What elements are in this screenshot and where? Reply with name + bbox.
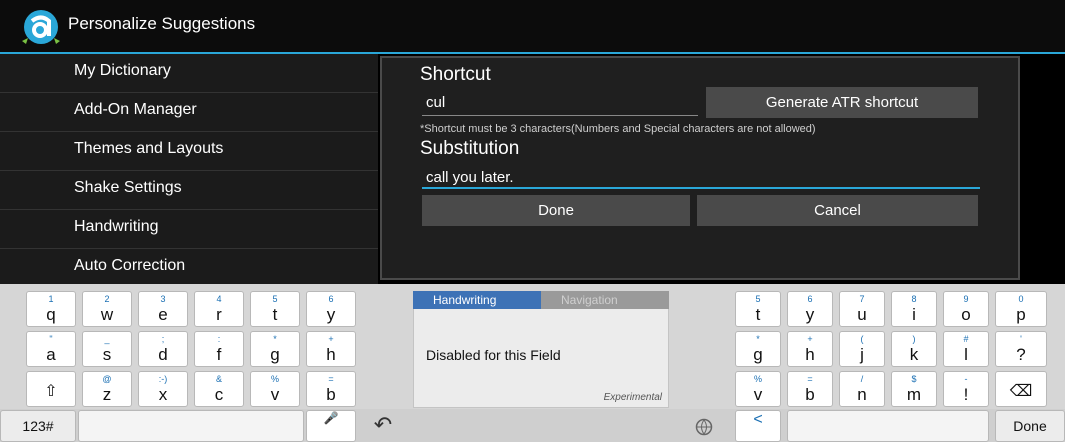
key-y[interactable]: 6y [306,291,356,327]
key-a[interactable]: " a [26,331,76,367]
generate-atr-shortcut-button[interactable]: Generate ATR shortcut [706,87,978,118]
key-exclamation[interactable]: -! [943,371,989,407]
key-f[interactable]: :f [194,331,244,367]
share-key[interactable]: < [735,410,781,442]
microphone-icon: 🎤 [323,411,339,425]
key-k[interactable]: ) k [891,331,937,367]
shift-icon: ⇧ [44,383,58,400]
key-g[interactable]: * g [250,331,300,367]
backspace-icon: ⌫ [1009,383,1033,400]
shortcut-dialog: Shortcut cul Generate ATR shortcut *Shor… [380,56,1020,280]
key-m[interactable]: $ m [891,371,937,407]
key-b-right[interactable]: = b [787,371,833,407]
space-key-right[interactable] [787,410,989,442]
sidebar-item-themes-layouts[interactable]: Themes and Layouts [0,132,378,171]
key-v-right[interactable]: % v [735,371,781,407]
sidebar-item-add-on-manager[interactable]: Add-On Manager [0,93,378,132]
key-x[interactable]: :-) x [138,371,188,407]
key-y-right[interactable]: 6y [787,291,833,327]
key-t[interactable]: 5t [250,291,300,327]
backspace-key[interactable]: ⌫ [995,371,1047,407]
shortcut-input-underline [422,115,698,116]
undo-icon: ↶ [373,412,393,437]
done-button[interactable]: Done [422,195,690,226]
key-q[interactable]: 1q [26,291,76,327]
key-p[interactable]: 0p [995,291,1047,327]
share-icon: < [753,411,763,428]
tab-navigation[interactable]: Navigation [541,291,669,309]
globe-icon [695,418,713,436]
shift-key[interactable]: ⇧ [26,371,76,407]
sidebar-item-handwriting[interactable]: Handwriting [0,210,378,249]
sidebar-item-my-dictionary[interactable]: My Dictionary [0,54,378,93]
sidebar-item-auto-correction[interactable]: Auto Correction [0,249,378,287]
mic-key[interactable]: 🎤 [306,410,356,442]
settings-sidebar: My Dictionary Add-On Manager Themes and … [0,54,378,284]
sidebar-item-label: My Dictionary [74,62,171,79]
key-s[interactable]: _ s [82,331,132,367]
shortcut-label: Shortcut [420,64,491,85]
shortcut-input[interactable]: cul [426,94,445,111]
key-u[interactable]: 7u [839,291,885,327]
space-key-left[interactable] [78,410,304,442]
key-i[interactable]: 8i [891,291,937,327]
key-e[interactable]: 3e [138,291,188,327]
key-z[interactable]: @ z [82,371,132,407]
numbers-key[interactable]: 123# [0,410,76,442]
shortcut-note: *Shortcut must be 3 characters(Numbers a… [420,123,816,135]
key-v[interactable]: % v [250,371,300,407]
handwriting-disabled-message: Disabled for this Field [426,347,561,363]
substitution-input[interactable]: call you later. [426,169,514,186]
key-g-right[interactable]: * g [735,331,781,367]
sidebar-item-label: Auto Correction [74,257,186,274]
key-question[interactable]: '? [995,331,1047,367]
undo-key[interactable]: ↶ [358,410,408,442]
sidebar-item-shake-settings[interactable]: Shake Settings [0,171,378,210]
key-h[interactable]: + h [306,331,356,367]
key-t-right[interactable]: 5t [735,291,781,327]
experimental-label: Experimental [603,392,662,403]
key-b[interactable]: = b [306,371,356,407]
key-j[interactable]: (j [839,331,885,367]
done-key[interactable]: Done [995,410,1065,442]
sidebar-item-label: Themes and Layouts [74,140,224,157]
key-r[interactable]: 4r [194,291,244,327]
key-w[interactable]: 2w [82,291,132,327]
cancel-button[interactable]: Cancel [697,195,978,226]
globe-key[interactable] [680,410,730,442]
key-l[interactable]: # l [943,331,989,367]
key-c[interactable]: & c [194,371,244,407]
handwriting-space-bar[interactable] [410,410,672,442]
key-n[interactable]: / n [839,371,885,407]
key-o[interactable]: 9o [943,291,989,327]
sidebar-item-label: Add-On Manager [74,101,197,118]
app-logo-icon [22,10,60,44]
page-title: Personalize Suggestions [68,14,256,33]
substitution-input-underline [422,187,980,189]
tab-handwriting[interactable]: Handwriting [413,291,541,309]
substitution-label: Substitution [420,138,520,159]
sidebar-item-label: Handwriting [74,218,159,235]
title-bar: Personalize Suggestions [0,0,1065,54]
key-h-right[interactable]: + h [787,331,833,367]
sidebar-item-label: Shake Settings [74,179,182,196]
key-d[interactable]: ; d [138,331,188,367]
